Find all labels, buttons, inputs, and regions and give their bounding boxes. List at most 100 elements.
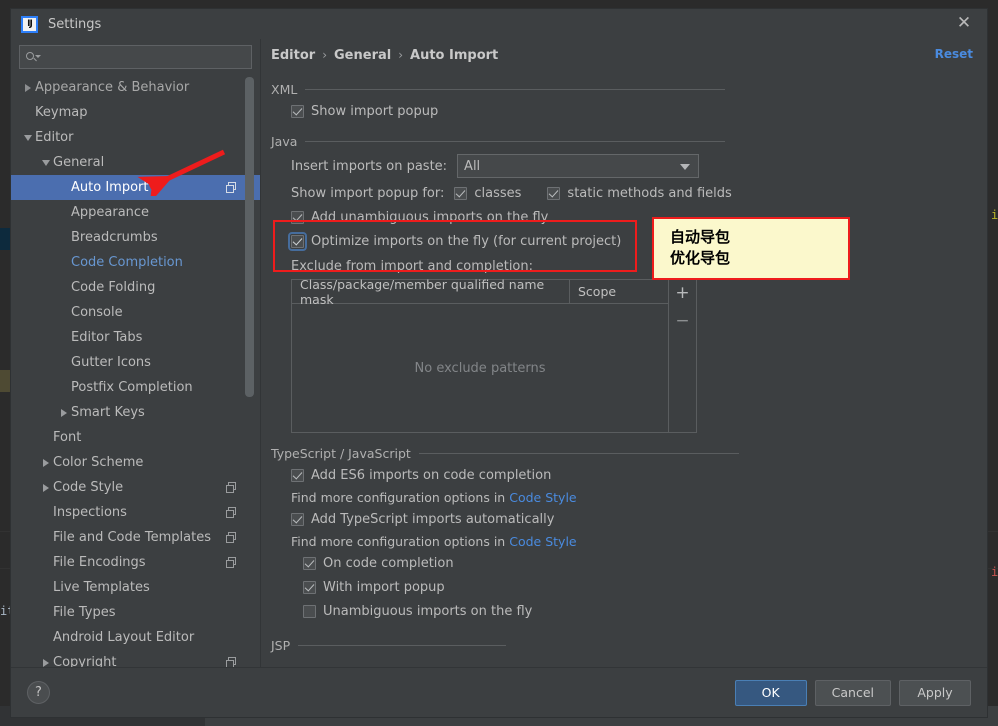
- breadcrumb-item-1[interactable]: General: [334, 48, 391, 63]
- close-icon[interactable]: ✕: [955, 15, 973, 33]
- dialog-titlebar: IJ Settings ✕: [11, 9, 987, 39]
- checkbox-row-unambiguous-imports-on-the-fly[interactable]: Unambiguous imports on the fly: [271, 599, 987, 623]
- checkbox-unambiguous-imports-on-the-fly[interactable]: [303, 604, 316, 618]
- code-style-link-es6[interactable]: Code Style: [509, 490, 576, 505]
- exclude-table-column-mask[interactable]: Class/package/member qualified name mask: [292, 277, 570, 307]
- insert-imports-on-paste-select[interactable]: All: [457, 154, 700, 178]
- checkbox-add-unambiguous-imports[interactable]: [291, 210, 304, 224]
- sidebar-scrollbar[interactable]: [245, 77, 254, 397]
- chevron-down-icon[interactable]: [21, 134, 35, 141]
- sidebar-item-code-completion[interactable]: Code Completion: [11, 250, 260, 275]
- sidebar-item-file-encodings[interactable]: File Encodings: [11, 550, 260, 575]
- settings-dialog: IJ Settings ✕ Appearance & Behavior Keyma…: [10, 8, 988, 718]
- group-jsp: JSP: [271, 635, 987, 655]
- chevron-right-icon[interactable]: [21, 83, 35, 92]
- checkbox-show-import-popup-xml[interactable]: [291, 104, 304, 118]
- group-ts-rule: [418, 452, 739, 454]
- sidebar-item-breadcrumbs[interactable]: Breadcrumbs: [11, 225, 260, 250]
- chevron-right-icon[interactable]: [57, 408, 71, 417]
- help-button[interactable]: ?: [27, 681, 50, 704]
- sidebar-item-label: Code Style: [53, 480, 124, 495]
- checkbox-optimize-imports-on-the-fly[interactable]: [288, 231, 307, 251]
- search-input[interactable]: [43, 49, 245, 65]
- checkbox-row-add-typescript-imports[interactable]: Add TypeScript imports automatically: [271, 507, 987, 531]
- sidebar-item-label: Editor Tabs: [71, 330, 143, 345]
- checkbox-static-methods-and-fields[interactable]: [547, 186, 561, 200]
- chevron-down-icon[interactable]: [39, 159, 53, 166]
- sidebar-item-label: Live Templates: [53, 580, 150, 595]
- checkbox-classes[interactable]: [454, 186, 468, 200]
- sidebar-item-smart-keys[interactable]: Smart Keys: [11, 400, 260, 425]
- sidebar-item-code-folding[interactable]: Code Folding: [11, 275, 260, 300]
- sidebar-item-label: Postfix Completion: [71, 380, 193, 395]
- exclude-table-wrap: Class/package/member qualified name mask…: [271, 277, 987, 433]
- search-box[interactable]: [19, 45, 252, 69]
- sidebar-item-label: File Encodings: [53, 555, 146, 570]
- sidebar-item-keymap[interactable]: Keymap: [11, 100, 260, 125]
- breadcrumb-item-0[interactable]: Editor: [271, 48, 315, 63]
- hint-row-es6: Find more configuration options in Code …: [271, 487, 987, 507]
- checkbox-row-on-code-completion[interactable]: On code completion: [271, 551, 987, 575]
- checkbox-row-add-unambiguous-imports[interactable]: Add unambiguous imports on the fly: [271, 205, 987, 229]
- sidebar-item-live-templates[interactable]: Live Templates: [11, 575, 260, 600]
- sidebar-item-appearance-behavior[interactable]: Appearance & Behavior: [11, 75, 260, 100]
- apply-button[interactable]: Apply: [899, 679, 971, 706]
- sidebar-item-gutter-icons[interactable]: Gutter Icons: [11, 350, 260, 375]
- exclude-table[interactable]: Class/package/member qualified name mask…: [291, 277, 669, 433]
- reset-link[interactable]: Reset: [935, 47, 973, 61]
- insert-imports-value: All: [464, 158, 481, 174]
- exclude-table-empty-text: No exclude patterns: [414, 360, 546, 376]
- hint-text-typescript: Find more configuration options in: [291, 533, 506, 549]
- checkbox-on-code-completion[interactable]: [303, 556, 316, 570]
- checkbox-row-show-import-popup-xml[interactable]: Show import popup: [271, 99, 987, 123]
- hint-text-es6: Find more configuration options in: [291, 489, 506, 505]
- sidebar-item-code-style[interactable]: Code Style: [11, 475, 260, 500]
- sidebar-item-auto-import[interactable]: Auto Import: [11, 175, 260, 200]
- sidebar-item-font[interactable]: Font: [11, 425, 260, 450]
- sidebar-item-file-types[interactable]: File Types: [11, 600, 260, 625]
- chevron-right-icon[interactable]: [39, 458, 53, 467]
- checkbox-row-add-es6-imports[interactable]: Add ES6 imports on code completion: [271, 463, 987, 487]
- group-java-header: Java: [271, 131, 987, 151]
- checkbox-label-optimize-imports-on-the-fly: Optimize imports on the fly (for current…: [311, 233, 622, 249]
- dialog-title: Settings: [48, 16, 102, 32]
- search-icon: [26, 51, 41, 64]
- exclude-table-column-scope[interactable]: Scope: [570, 280, 668, 303]
- dialog-body: Appearance & Behavior Keymap Editor General…: [11, 39, 987, 667]
- sidebar-item-editor[interactable]: Editor: [11, 125, 260, 150]
- code-style-link-typescript[interactable]: Code Style: [509, 534, 576, 549]
- sidebar-item-label: Appearance & Behavior: [35, 80, 190, 95]
- sidebar-item-postfix-completion[interactable]: Postfix Completion: [11, 375, 260, 400]
- chevron-down-icon: [680, 164, 691, 170]
- insert-imports-row: Insert imports on paste: All: [271, 151, 987, 181]
- sidebar-item-editor-tabs[interactable]: Editor Tabs: [11, 325, 260, 350]
- group-xml-rule: [305, 88, 726, 90]
- chevron-right-icon[interactable]: [39, 483, 53, 492]
- checkbox-add-typescript-imports[interactable]: [291, 512, 304, 526]
- sidebar-item-label: Code Folding: [71, 280, 156, 295]
- sidebar-item-general[interactable]: General: [11, 150, 260, 175]
- group-jsp-header: JSP: [271, 635, 987, 655]
- sidebar-item-copyright[interactable]: Copyright: [11, 650, 260, 667]
- ok-button[interactable]: OK: [734, 679, 807, 706]
- cancel-button[interactable]: Cancel: [814, 679, 891, 706]
- sidebar-item-appearance[interactable]: Appearance: [11, 200, 260, 225]
- sidebar-item-console[interactable]: Console: [11, 300, 260, 325]
- checkbox-with-import-popup[interactable]: [303, 580, 316, 594]
- checkbox-add-es6-imports[interactable]: [291, 468, 304, 482]
- exclude-table-body[interactable]: No exclude patterns: [292, 304, 668, 432]
- sidebar-item-label: Color Scheme: [53, 455, 144, 470]
- settings-tree[interactable]: Appearance & Behavior Keymap Editor General…: [11, 75, 260, 667]
- exclude-caption: Exclude from import and completion:: [291, 258, 533, 274]
- checkbox-row-with-import-popup[interactable]: With import popup: [271, 575, 987, 599]
- settings-main-panel: Editor › General › Auto Import Reset XML…: [261, 39, 987, 667]
- sidebar-item-file-and-code-templates[interactable]: File and Code Templates: [11, 525, 260, 550]
- remove-exclude-button[interactable]: −: [671, 310, 695, 332]
- checkbox-row-optimize-imports[interactable]: Optimize imports on the fly (for current…: [271, 229, 987, 253]
- sidebar-item-inspections[interactable]: Inspections: [11, 500, 260, 525]
- sidebar-item-label: Android Layout Editor: [53, 630, 195, 645]
- sidebar-item-android-layout-editor[interactable]: Android Layout Editor: [11, 625, 260, 650]
- sidebar-item-color-scheme[interactable]: Color Scheme: [11, 450, 260, 475]
- chevron-right-icon[interactable]: [39, 658, 53, 667]
- add-exclude-button[interactable]: +: [671, 282, 695, 304]
